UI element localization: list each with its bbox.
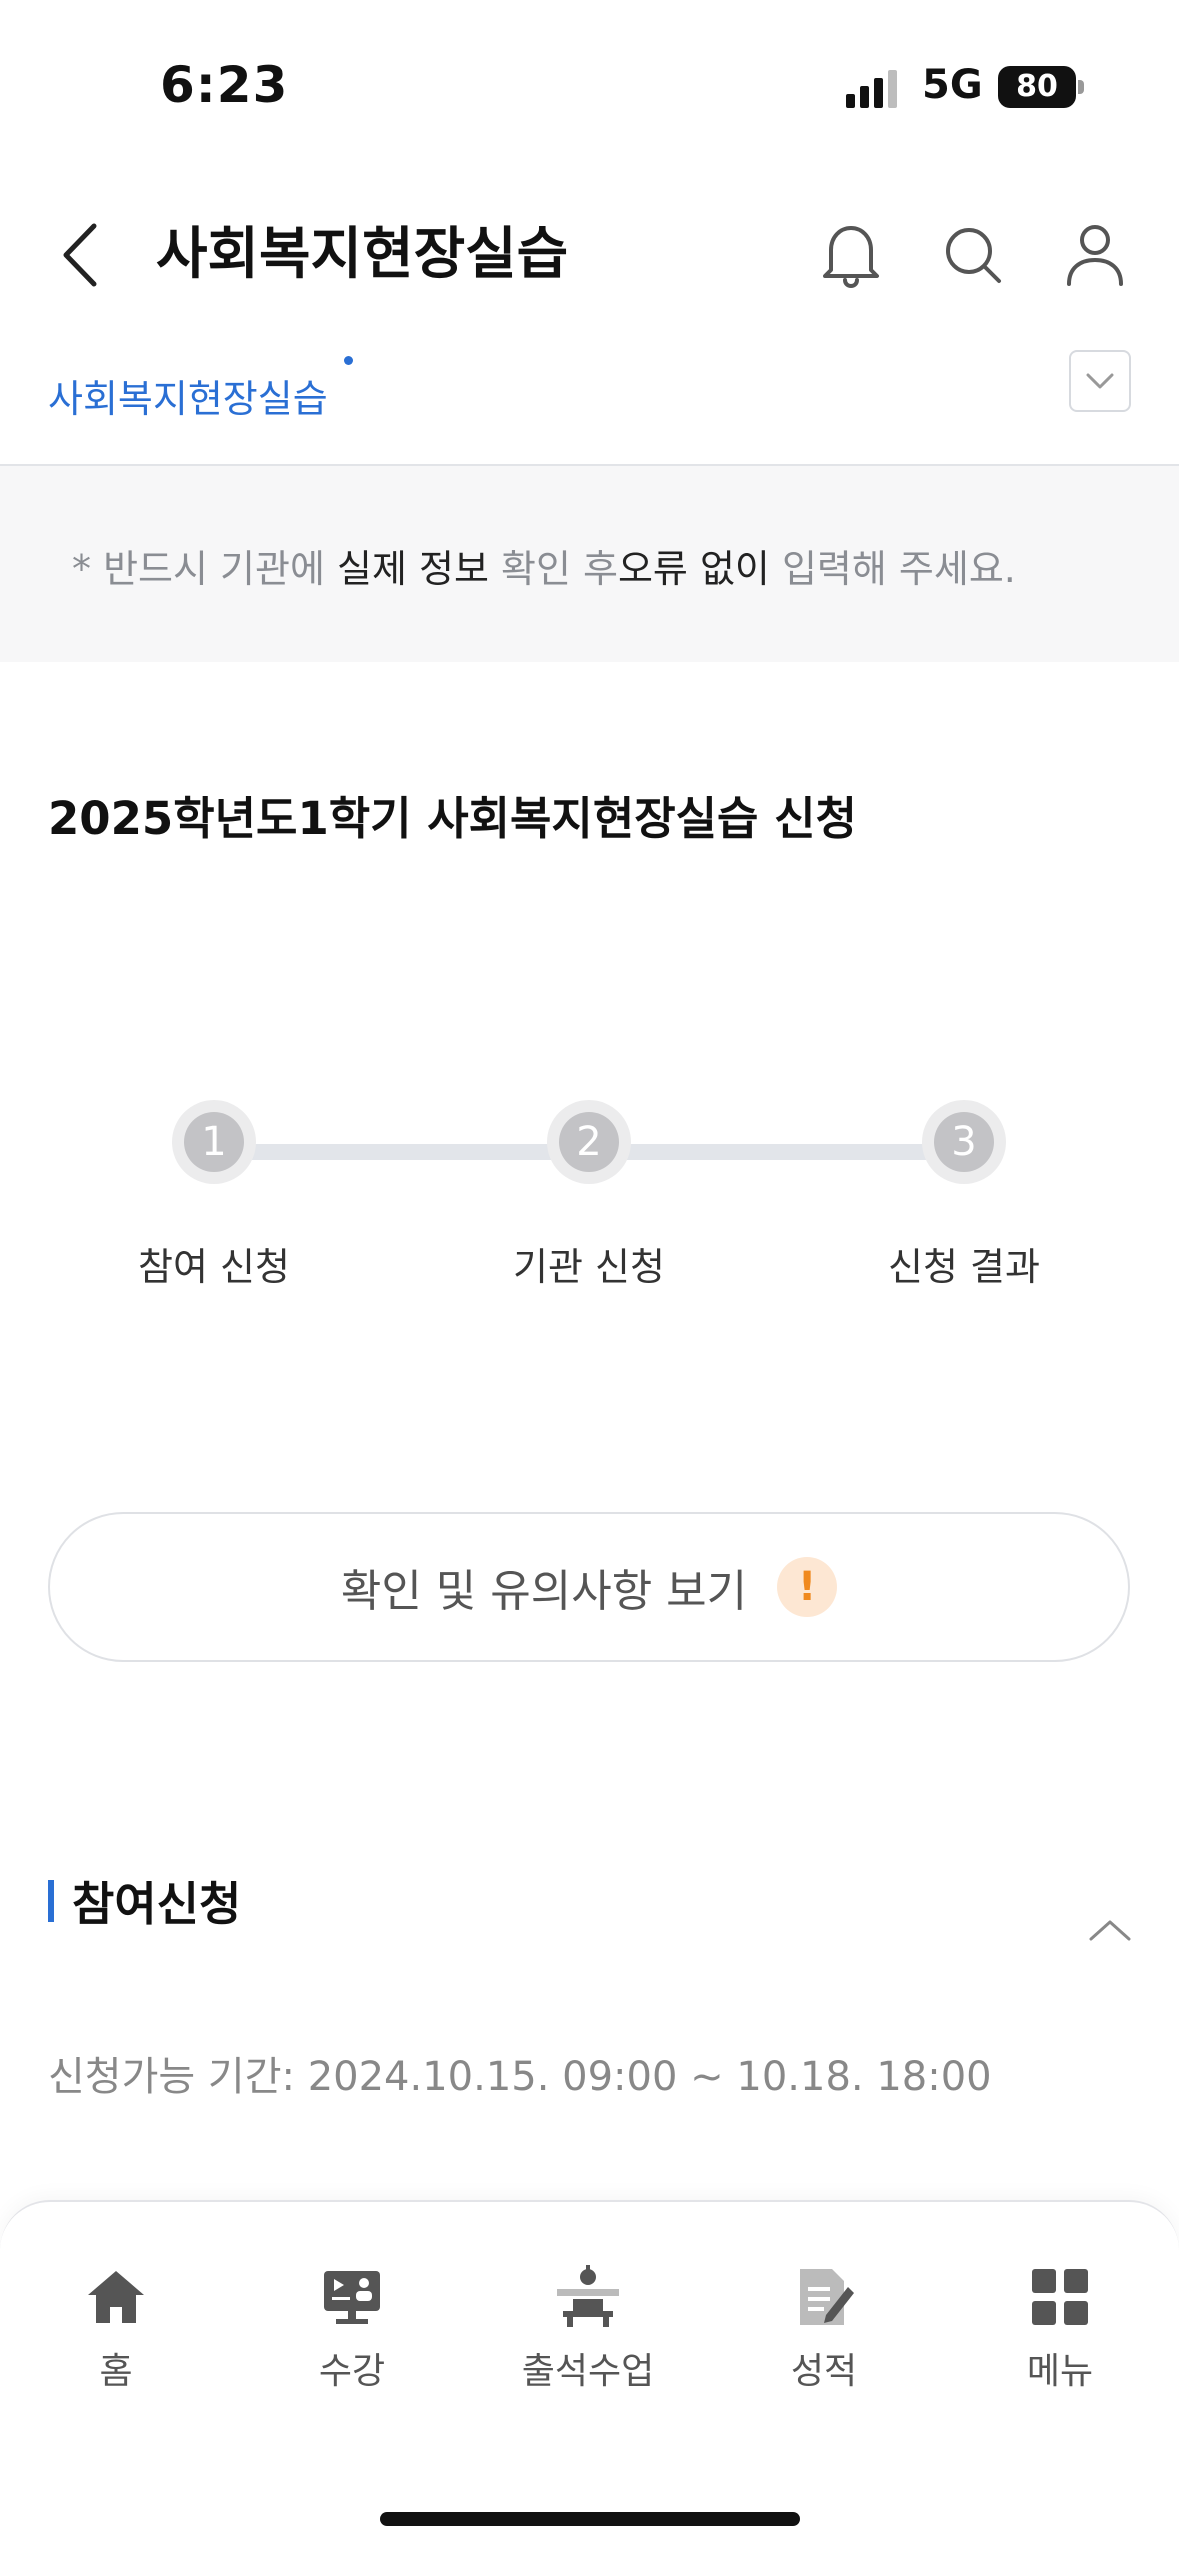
menu-grid-icon (1025, 2262, 1095, 2332)
step-number: 1 (184, 1112, 244, 1172)
signal-icon (846, 70, 897, 108)
app-header: 사회복지현장실습 (0, 190, 1179, 320)
notice-emphasis: 실제 정보 (337, 547, 489, 591)
step-2-circle: 2 (547, 1100, 631, 1184)
notice-emphasis: 오류 없이 (617, 547, 770, 591)
notice-box: * 반드시 기관에 실제 정보 확인 후오류 없이 입력해 주세요. (0, 466, 1179, 662)
status-bar: 6:23 5G 80 (0, 0, 1179, 150)
battery-indicator: 80 (998, 66, 1076, 108)
home-indicator[interactable] (380, 2512, 800, 2526)
back-button[interactable] (50, 220, 110, 290)
network-type: 5G (922, 62, 983, 108)
application-period: 신청가능 기간: 2024.10.15. 09:00 ~ 10.18. 18:0… (48, 2054, 992, 2100)
search-icon (946, 228, 1001, 283)
notice-text: * 반드시 기관에 실제 정보 확인 후오류 없이 입력해 주세요. (72, 538, 1016, 593)
chevron-left-icon (63, 223, 97, 287)
new-indicator-dot (344, 356, 353, 365)
profile-button[interactable] (1060, 220, 1130, 290)
notice-part: 확인 후 (488, 547, 618, 591)
notification-button[interactable] (816, 220, 886, 290)
nav-home[interactable]: 홈 (16, 2262, 216, 2412)
section-accent-bar (48, 1880, 54, 1922)
application-title: 2025학년도1학기 사회복지현장실습 신청 (48, 792, 857, 845)
step-3-circle: 3 (922, 1100, 1006, 1184)
progress-stepper: 1 참여 신청 2 기관 신청 3 신청 결과 (0, 1100, 1179, 1300)
home-icon (81, 2262, 151, 2332)
chevron-down-icon (1086, 373, 1114, 389)
page-title: 사회복지현장실습 (156, 222, 569, 287)
battery-cap (1078, 80, 1084, 94)
step-number: 2 (559, 1112, 619, 1172)
status-time: 6:23 (160, 56, 289, 114)
bell-icon (823, 226, 879, 288)
step-1-label: 참여 신청 (138, 1245, 290, 1289)
notice-part: 입력해 주세요. (769, 547, 1016, 591)
collapse-section-button[interactable] (1080, 1900, 1140, 1960)
nav-home-label: 홈 (99, 2351, 133, 2392)
step-3-label: 신청 결과 (888, 1245, 1040, 1289)
view-notes-label: 확인 및 유의사항 보기 (340, 1566, 748, 1617)
search-button[interactable] (938, 220, 1008, 290)
participation-section-title: 참여신청 (72, 1877, 242, 1931)
step-2-label: 기관 신청 (513, 1245, 665, 1289)
subtab-dropdown-button[interactable] (1069, 350, 1131, 412)
battery-level: 80 (1016, 69, 1058, 104)
step-1-circle: 1 (172, 1100, 256, 1184)
nav-menu[interactable]: 메뉴 (960, 2262, 1160, 2412)
notice-part: * 반드시 기관에 (72, 547, 337, 591)
nav-grades[interactable]: 성적 (724, 2262, 924, 2412)
subtab-social-welfare-practice[interactable]: 사회복지현장실습 (48, 368, 328, 423)
nav-grades-label: 성적 (790, 2351, 858, 2392)
nav-menu-label: 메뉴 (1026, 2351, 1094, 2392)
nav-attendance-class-label: 출석수업 (521, 2351, 655, 2392)
user-icon (1067, 225, 1123, 286)
chevron-up-icon (1089, 1920, 1131, 1941)
step-number: 3 (934, 1112, 994, 1172)
attendance-class-icon (553, 2262, 623, 2332)
bottom-navigation: 홈 수강 출석수업 성적 메뉴 (0, 2200, 1179, 2556)
nav-attendance-class[interactable]: 출석수업 (488, 2262, 688, 2412)
nav-lecture-label: 수강 (318, 2351, 386, 2392)
lecture-icon (317, 2262, 387, 2332)
nav-lecture[interactable]: 수강 (252, 2262, 452, 2412)
warning-icon: ! (777, 1557, 838, 1617)
view-notes-button[interactable]: 확인 및 유의사항 보기 ! (48, 1512, 1130, 1662)
grade-icon (789, 2262, 859, 2332)
